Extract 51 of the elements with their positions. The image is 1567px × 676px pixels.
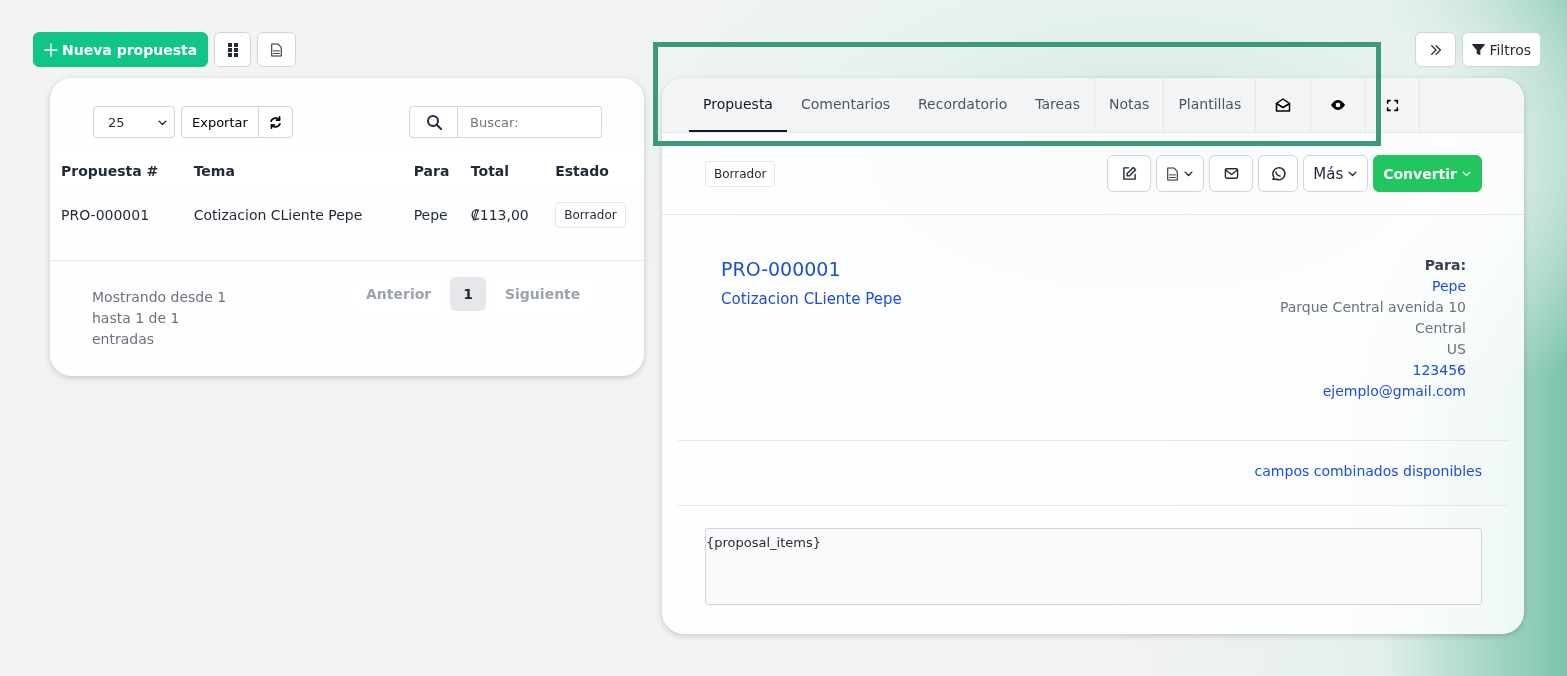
envelope-icon [1223, 166, 1239, 181]
pdf-button[interactable] [257, 32, 297, 67]
plus-icon [44, 42, 58, 57]
edit-button[interactable] [1107, 155, 1152, 192]
search-field[interactable]: Buscar: [458, 106, 602, 138]
whatsapp-button[interactable] [1258, 155, 1299, 192]
double-chevron-icon [1428, 42, 1443, 57]
refresh-icon [268, 115, 282, 129]
fullscreen-icon [1386, 98, 1400, 112]
proposal-subject: Cotizacion CLiente Pepe [721, 290, 902, 308]
pdf-dropdown-button[interactable] [1156, 155, 1205, 192]
table-cell-text: Cotizacion CLiente Pepe [192, 206, 364, 225]
address-line: US [1445, 340, 1466, 359]
filters-button[interactable]: Filtros [1462, 32, 1541, 67]
email-address[interactable]: ejemplo@gmail.com [1279, 381, 1466, 402]
page-size-select[interactable]: 25 [93, 106, 175, 138]
more-button[interactable]: Más [1303, 155, 1369, 192]
table-cell-text: Pepe [412, 206, 449, 225]
search-icon [425, 114, 442, 130]
merge-fields-link[interactable]: campos combinados disponibles [1254, 463, 1482, 479]
chat-bubble-icon [1270, 165, 1287, 182]
recipient-label: Para: [1423, 256, 1466, 275]
table-cell: PRO-000001 [50, 190, 183, 244]
phone-number[interactable]: 123456 [1279, 360, 1466, 381]
grid-view-button[interactable] [214, 32, 252, 67]
recipient-name[interactable]: Pepe [1279, 276, 1466, 297]
open-envelope-icon [1275, 97, 1292, 113]
tab[interactable]: Comentarios [786, 78, 904, 132]
collapse-button[interactable] [1415, 32, 1457, 67]
pagination-button[interactable]: 1 [450, 277, 486, 311]
tab[interactable]: Tareas [1021, 78, 1094, 132]
tab[interactable]: Notas [1093, 78, 1164, 132]
filter-icon [1472, 43, 1486, 56]
tab[interactable]: Plantillas [1163, 78, 1256, 132]
entries-info: Mostrando desde 1 hasta 1 de 1 entradas [92, 288, 228, 349]
table-cell-text: ₡113,00 [469, 206, 530, 225]
address-line: Central [1414, 319, 1466, 338]
eye-icon [1329, 98, 1348, 112]
pdf-file-icon [1166, 165, 1180, 182]
address-line: Parque Central avenida 10 [1279, 298, 1466, 317]
tab[interactable]: Recordatorio [904, 78, 1022, 132]
edit-icon [1121, 166, 1137, 181]
status-badge: Borrador [555, 202, 626, 228]
email-button[interactable] [1209, 155, 1254, 192]
proposal-items-field[interactable]: {proposal_items} [705, 528, 1482, 605]
grid-icon [227, 42, 238, 57]
search-button[interactable] [409, 106, 458, 138]
tab[interactable]: Propuesta [689, 78, 787, 132]
status-badge: Borrador [705, 160, 776, 187]
proposal-number: PRO-000001 [721, 258, 842, 280]
pdf-file-icon [270, 41, 284, 58]
